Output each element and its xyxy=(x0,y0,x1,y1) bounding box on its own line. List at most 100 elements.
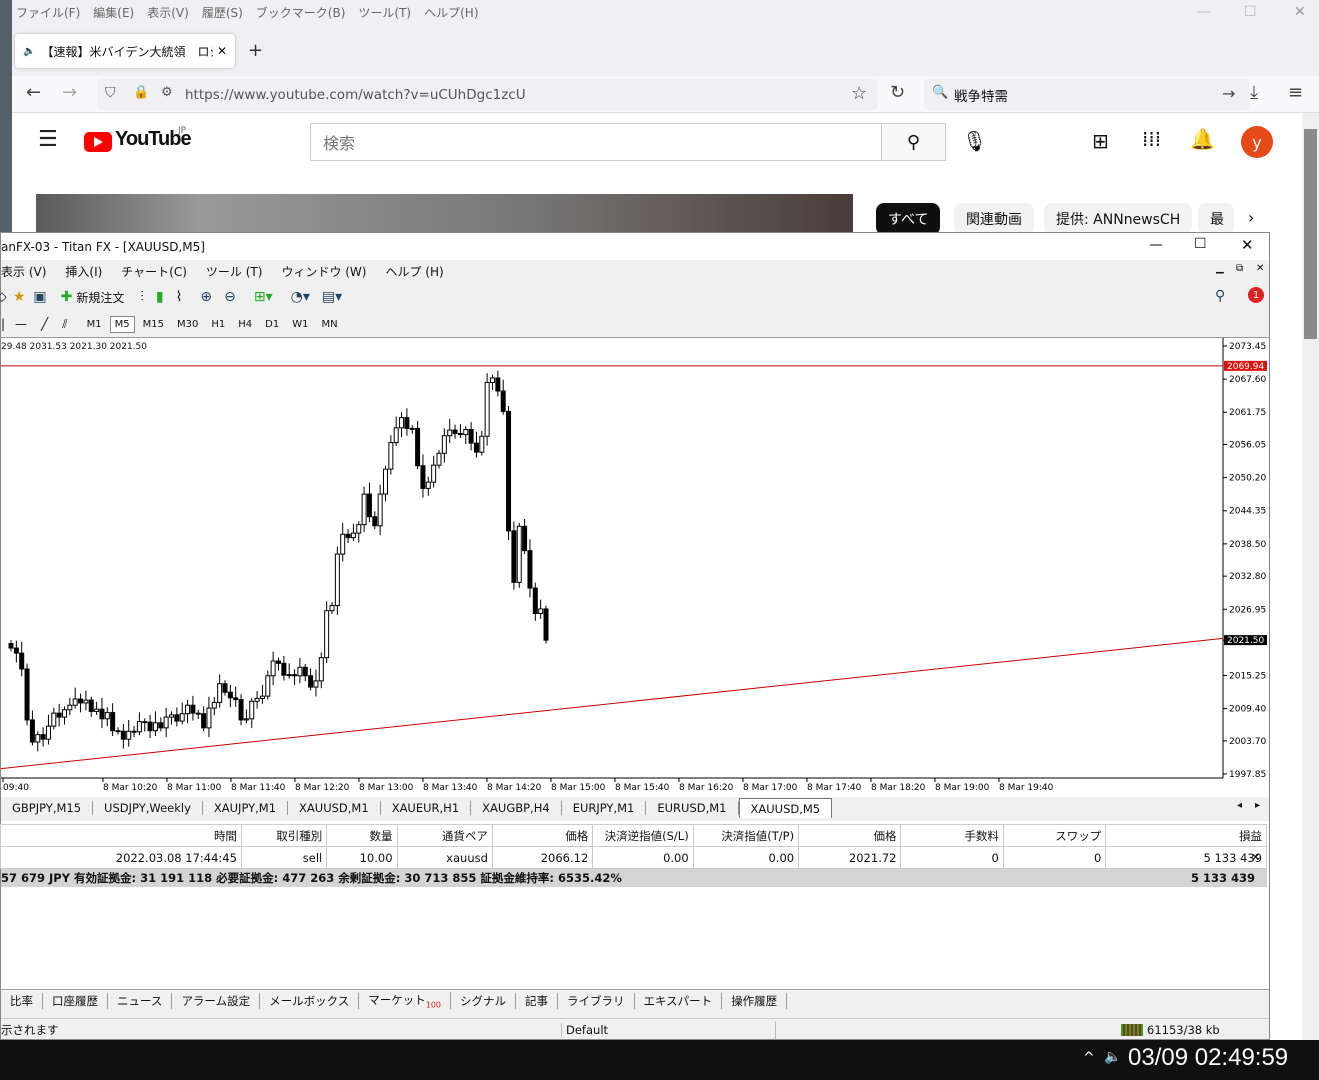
column-header[interactable]: 通貨ペア xyxy=(396,824,493,847)
column-header[interactable]: 取引種別 xyxy=(240,824,328,847)
trendline-icon[interactable]: ╱ xyxy=(41,317,48,331)
child-minimize-icon[interactable]: ▁ xyxy=(1216,263,1224,274)
lock-icon[interactable]: 🔒 xyxy=(133,85,149,100)
timeframe-mn[interactable]: MN xyxy=(316,316,342,333)
menu-help[interactable]: ヘルプ(H) xyxy=(424,4,478,21)
terminal-tab[interactable]: 記事 xyxy=(516,992,559,1009)
window-icon[interactable]: ▣ xyxy=(33,289,46,305)
zoom-in-icon[interactable]: ⊕ xyxy=(200,289,212,305)
child-close-icon[interactable]: ✕ xyxy=(1256,263,1264,274)
column-header[interactable]: 決済逆指値(S/L) xyxy=(592,824,694,847)
column-header[interactable]: 価格 xyxy=(798,824,902,847)
chip-more[interactable]: 最 xyxy=(1198,203,1234,235)
maximize-icon[interactable]: ☐ xyxy=(1244,4,1257,20)
line-chart-icon[interactable]: ⌇ xyxy=(176,289,183,305)
mt4-menu-view[interactable]: 表示 (V) xyxy=(1,263,46,280)
new-order-button[interactable]: 新規注文 xyxy=(76,289,124,306)
mt4-menu-tools[interactable]: ツール (T) xyxy=(206,263,263,280)
terminal-tab[interactable]: 比率 xyxy=(1,992,43,1009)
timeframe-m30[interactable]: M30 xyxy=(172,316,203,333)
minimize-icon[interactable]: — xyxy=(1197,4,1211,20)
column-header[interactable]: 損益 xyxy=(1105,824,1267,847)
guide-menu-icon[interactable]: ☰ xyxy=(38,127,58,152)
mt4-close-icon[interactable]: ✕ xyxy=(1241,236,1254,254)
column-header[interactable]: 時間 xyxy=(0,824,242,847)
timeframe-h4[interactable]: H4 xyxy=(233,316,257,333)
chart-tab[interactable]: GBPJPY,M15 xyxy=(1,801,94,815)
terminal-tab[interactable]: ライブラリ xyxy=(558,992,635,1009)
timeframe-m5[interactable]: M5 xyxy=(109,315,135,333)
mt4-menu-window[interactable]: ウィンドウ (W) xyxy=(281,263,366,280)
chart-tab[interactable]: EURJPY,M1 xyxy=(562,801,647,815)
download-icon[interactable]: ⤓ xyxy=(1250,82,1258,103)
chart-tab[interactable]: EURUSD,M1 xyxy=(646,801,739,815)
search-engine-icon[interactable]: 🔍 xyxy=(932,85,948,100)
tray-chevron-icon[interactable]: ^ xyxy=(1083,1050,1095,1066)
new-tab-icon[interactable]: + xyxy=(248,40,263,61)
forward-icon[interactable]: → xyxy=(62,82,77,103)
terminal-tab[interactable]: マーケット100 xyxy=(359,991,452,1010)
menu-bookmarks[interactable]: ブックマーク(B) xyxy=(256,4,346,21)
chart-tab[interactable]: XAUUSD,M1 xyxy=(288,801,381,815)
youtube-logo-icon[interactable] xyxy=(84,132,112,152)
child-restore-icon[interactable]: ⧉ xyxy=(1236,263,1243,274)
close-order-icon[interactable]: ✕ xyxy=(1251,851,1260,864)
clock[interactable]: 03/09 02:49:59 xyxy=(1128,1044,1288,1072)
terminal-tab[interactable]: アラーム設定 xyxy=(172,992,261,1009)
menu-tools[interactable]: ツール(T) xyxy=(358,4,411,21)
chart-canvas[interactable]: 2073.45 2067.60 2061.75 2056.05 2050.20 2044.… xyxy=(1,338,1269,798)
column-header[interactable]: 手数料 xyxy=(900,824,1004,847)
crosshair-icon[interactable]: | xyxy=(1,317,5,331)
search-query[interactable]: 戦争特需 xyxy=(954,85,1008,105)
speaker-icon[interactable]: 🔈 xyxy=(23,46,35,57)
menu-edit[interactable]: 編集(E) xyxy=(93,4,134,21)
back-icon[interactable]: ← xyxy=(26,82,41,103)
timeframe-m15[interactable]: M15 xyxy=(138,316,169,333)
chevron-right-icon[interactable]: › xyxy=(1248,208,1254,227)
chart-tab[interactable]: USDJPY,Weekly xyxy=(93,801,203,815)
terminal-tab[interactable]: シグナル xyxy=(451,992,517,1009)
youtube-search-input[interactable]: 検索 xyxy=(310,123,882,161)
zoom-out-icon[interactable]: ⊖ xyxy=(224,289,236,305)
bookmark-star-icon[interactable]: ☆ xyxy=(851,83,867,104)
timeframe-m1[interactable]: M1 xyxy=(82,316,107,333)
volume-icon[interactable]: 🔈 xyxy=(1104,1049,1121,1065)
terminal-tab[interactable]: ニュース xyxy=(108,992,173,1009)
page-scrollbar[interactable] xyxy=(1302,113,1319,1040)
column-header[interactable]: 数量 xyxy=(326,824,398,847)
terminal-tab[interactable]: 操作履歴 xyxy=(722,992,788,1009)
chart-tab[interactable]: XAUJPY,M1 xyxy=(203,801,289,815)
search-icon[interactable]: ⚲ xyxy=(1215,288,1225,304)
menu-file[interactable]: ファイル(F) xyxy=(16,4,80,21)
video-player[interactable] xyxy=(36,194,853,234)
new-order-icon[interactable]: ✚ xyxy=(61,289,73,305)
favorites-icon[interactable]: ★ xyxy=(13,289,26,305)
chart-tab[interactable]: XAUGBP,H4 xyxy=(471,801,562,815)
horizontal-line-icon[interactable]: — xyxy=(15,317,27,331)
templates-icon[interactable]: ▤▾ xyxy=(322,289,342,305)
mt4-menu-chart[interactable]: チャート(C) xyxy=(121,263,187,280)
bar-chart-icon[interactable]: ⫶ xyxy=(140,289,144,305)
mt4-minimize-icon[interactable]: — xyxy=(1149,237,1163,253)
navigator-icon[interactable]: ⬦ xyxy=(0,289,7,305)
timeframe-w1[interactable]: W1 xyxy=(287,316,313,333)
tab-scroll-left-icon[interactable]: ◂ xyxy=(1237,800,1242,811)
chart-tab[interactable]: XAUUSD,M5 xyxy=(738,798,833,818)
chip-all[interactable]: すべて xyxy=(876,203,941,235)
avatar[interactable]: y xyxy=(1241,126,1273,158)
mt4-menu-insert[interactable]: 挿入(I) xyxy=(65,263,102,280)
chip-related[interactable]: 関連動画 xyxy=(954,203,1034,235)
column-header[interactable]: 価格 xyxy=(491,824,594,847)
browser-tab[interactable]: 🔈 【速報】米バイデン大統領 ロシア産 ✕ xyxy=(15,34,235,68)
timeframe-d1[interactable]: D1 xyxy=(260,316,284,333)
microphone-icon[interactable]: 🎙 xyxy=(962,129,987,153)
hamburger-menu-icon[interactable]: ≡ xyxy=(1288,82,1303,103)
youtube-search-button[interactable]: ⚲ xyxy=(882,123,946,161)
terminal-tab[interactable]: メールボックス xyxy=(260,992,360,1009)
permissions-icon[interactable]: ⚙ xyxy=(161,85,173,100)
apps-grid-icon[interactable]: ⁞⁞⁞ xyxy=(1142,127,1161,151)
close-tab-icon[interactable]: ✕ xyxy=(217,44,227,58)
column-header[interactable]: 決済指値(T/P) xyxy=(692,824,800,847)
periods-icon[interactable]: ◔▾ xyxy=(291,289,310,305)
chart-tab[interactable]: XAUEUR,H1 xyxy=(381,801,472,815)
